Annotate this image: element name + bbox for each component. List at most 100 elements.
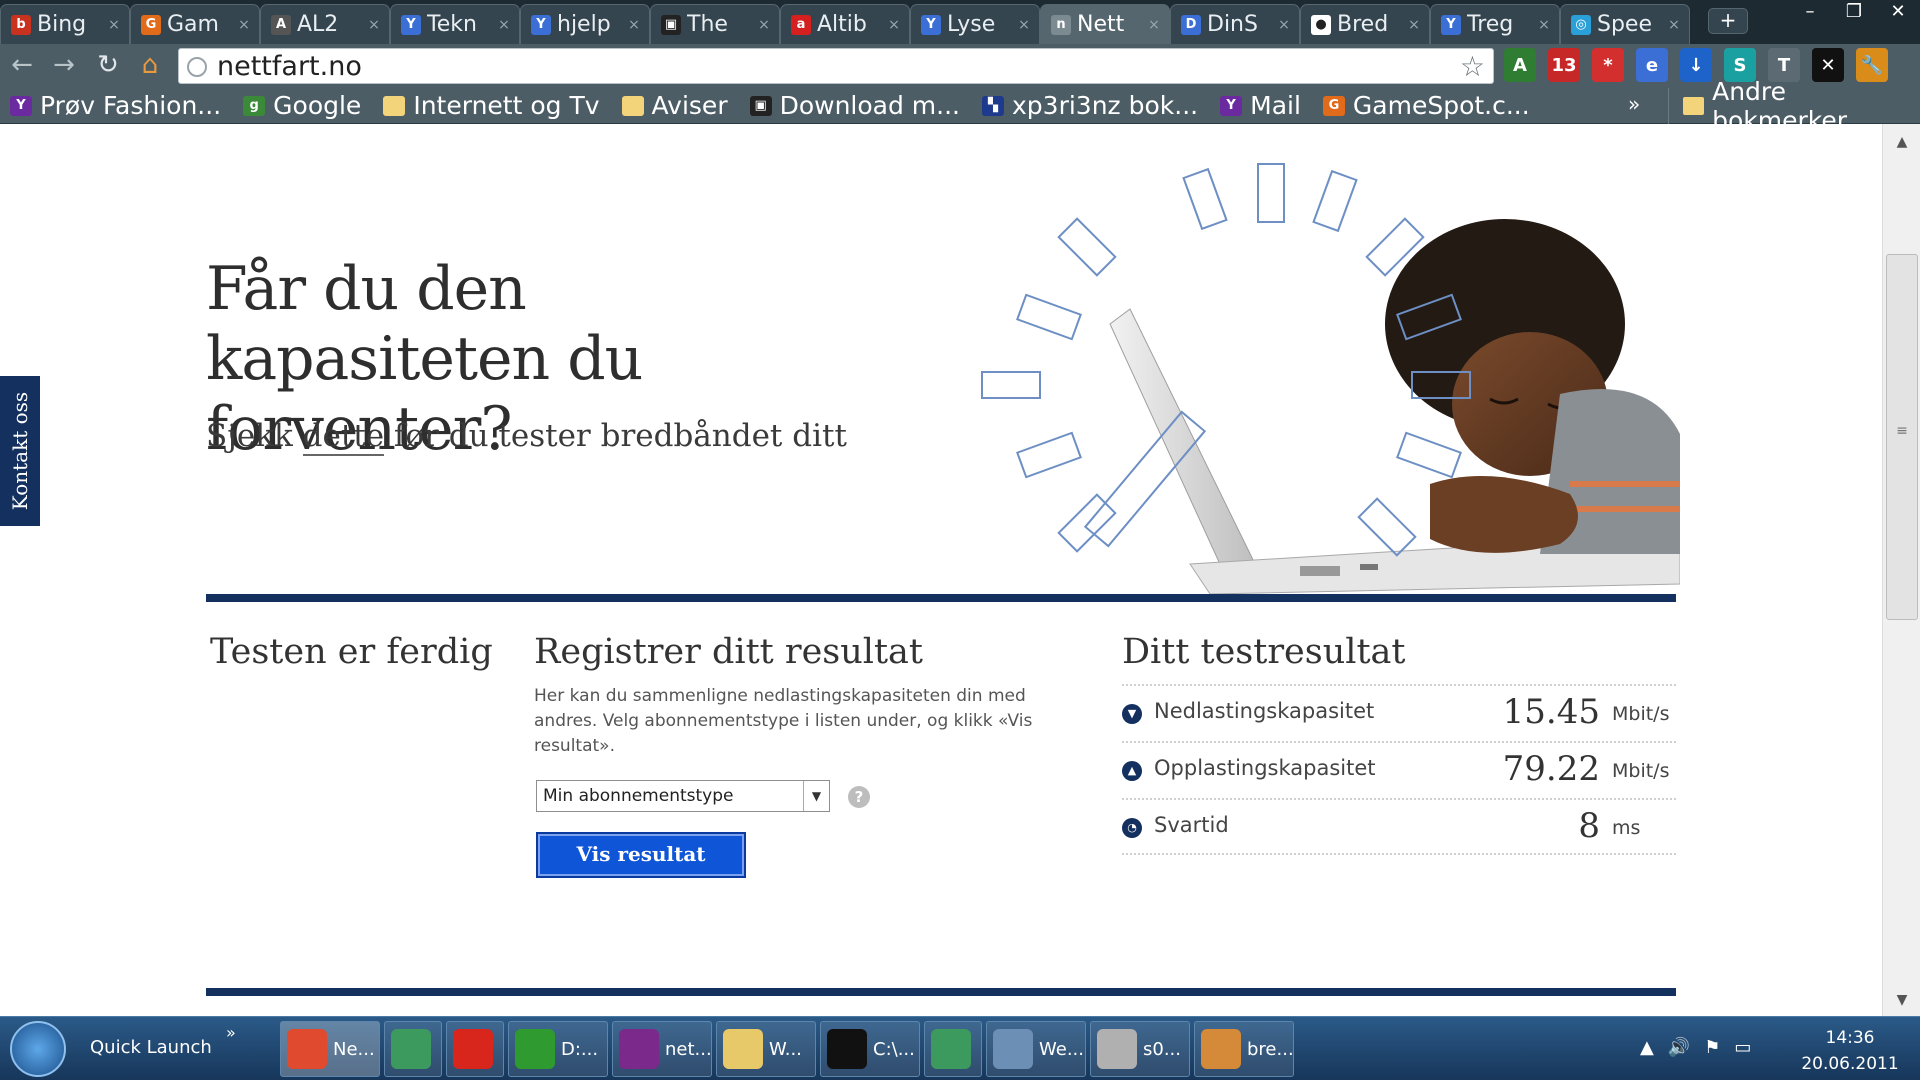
result-label: Opplastingskapasitet [1154, 756, 1376, 780]
result-row: ▼ Nedlastingskapasitet 15.45 Mbit/s [1122, 684, 1676, 741]
tab-10[interactable]: ● Bred × [1300, 4, 1430, 44]
google-icon: g [243, 95, 266, 116]
tab-title: DinS [1207, 12, 1258, 37]
close-tab-icon[interactable]: × [1275, 17, 1293, 33]
bookmark-item[interactable]: Internett og Tv [383, 91, 600, 120]
close-tab-icon[interactable]: × [1665, 17, 1683, 33]
app-icon [1201, 1029, 1241, 1069]
address-input[interactable] [217, 51, 1437, 81]
scroll-down-arrow-icon[interactable]: ▼ [1883, 992, 1920, 1008]
reload-button[interactable]: ↻ [92, 50, 124, 82]
task-chrome[interactable]: Ne... [280, 1021, 380, 1077]
show-hidden-icons-icon[interactable]: ▲ [1640, 1037, 1654, 1058]
lastpass-icon[interactable]: * [1592, 48, 1624, 82]
close-tab-icon[interactable]: × [1535, 17, 1553, 33]
task-explorer[interactable]: W... [716, 1021, 816, 1077]
task-winrar[interactable]: net... [612, 1021, 712, 1077]
help-icon[interactable]: ? [848, 786, 870, 808]
tab-7[interactable]: Y Lyse × [910, 4, 1040, 44]
app-icon [723, 1029, 763, 1069]
clock[interactable]: 14:36 20.06.2011 [1788, 1025, 1912, 1077]
close-tab-icon[interactable]: × [885, 17, 903, 33]
tab-strip: b Bing × G Gam × A AL2 × Y Tekn × Yhjelp × ▣ The × a Altib… [0, 0, 1920, 44]
folder-icon [621, 95, 644, 116]
close-tab-icon[interactable]: × [1405, 17, 1423, 33]
quick-launch-more[interactable]: » [226, 1023, 236, 1042]
bookmark-item[interactable]: Aviser [621, 91, 728, 120]
quick-launch-label[interactable]: Quick Launch [90, 1037, 212, 1058]
task-map2[interactable] [924, 1021, 982, 1077]
calendar-icon[interactable]: 13 [1548, 48, 1580, 82]
tab-11[interactable]: Y Treg × [1430, 4, 1560, 44]
other-bookmarks[interactable]: Andre bokmerker [1668, 77, 1920, 135]
dins-icon: D [1181, 14, 1201, 35]
bookmark-item[interactable]: ▚ xp3ri3nz bok... [982, 91, 1198, 120]
contact-tab-label: Kontakt oss [8, 391, 32, 511]
tab-1[interactable]: G Gam × [130, 4, 260, 44]
bookmark-item[interactable]: ▣ Download m... [749, 91, 961, 120]
translate-icon[interactable]: A [1504, 48, 1536, 82]
tab-2[interactable]: A AL2 × [260, 4, 390, 44]
tab-0[interactable]: b Bing × [0, 4, 130, 44]
scrollbar[interactable]: ▲ ≡ ▼ [1882, 124, 1920, 1016]
bookmarks-overflow-button[interactable]: » [1628, 92, 1640, 116]
tab-3[interactable]: Y Tekn × [390, 4, 520, 44]
forward-button[interactable]: → [48, 50, 80, 82]
action-center-flag-icon[interactable]: ⚑ [1704, 1037, 1720, 1058]
globe-icon [187, 57, 207, 77]
result-unit: ms [1612, 817, 1641, 839]
bookmark-item[interactable]: g Google [243, 91, 361, 120]
tab-title: The [687, 12, 728, 37]
download-icon[interactable]: ↓ [1680, 48, 1712, 82]
close-tab-icon[interactable]: × [1015, 17, 1033, 33]
task-s-app[interactable] [446, 1021, 504, 1077]
close-tab-icon[interactable]: × [235, 17, 253, 33]
tab-6[interactable]: a Altib × [780, 4, 910, 44]
task-video[interactable]: s0... [1090, 1021, 1190, 1077]
contact-tab[interactable]: Kontakt oss [0, 376, 40, 526]
tab-4[interactable]: Yhjelp × [520, 4, 650, 44]
new-tab-button[interactable]: + [1708, 8, 1748, 34]
scroll-up-arrow-icon[interactable]: ▲ [1883, 134, 1920, 150]
scrollbar-thumb[interactable]: ≡ [1886, 254, 1918, 620]
bookmark-item[interactable]: Y Prøv Fashion... [10, 91, 221, 120]
tab-5[interactable]: ▣ The × [650, 4, 780, 44]
task-map[interactable] [384, 1021, 442, 1077]
tab-icon[interactable]: e [1636, 48, 1668, 82]
app-icon [619, 1029, 659, 1069]
start-button[interactable] [10, 1021, 66, 1077]
vis-resultat-button[interactable]: Vis resultat [536, 832, 746, 878]
tab-9[interactable]: D DinS × [1170, 4, 1300, 44]
y-icon: Y [531, 14, 551, 35]
task-network[interactable]: We... [986, 1021, 1086, 1077]
close-tab-icon[interactable]: × [365, 17, 383, 33]
task-paint[interactable]: bre... [1194, 1021, 1294, 1077]
restore-button[interactable]: ❐ [1832, 0, 1876, 28]
bookmark-label: GameSpot.c... [1352, 91, 1530, 120]
dette-link[interactable]: dette [302, 418, 385, 456]
network-icon[interactable]: ▭ [1734, 1037, 1751, 1058]
task-utorrent[interactable]: D:... [508, 1021, 608, 1077]
bookmark-item[interactable]: G GameSpot.c... [1322, 91, 1530, 120]
bookmark-star-icon[interactable]: ☆ [1460, 50, 1485, 83]
close-window-button[interactable]: ✕ [1876, 0, 1920, 28]
task-cmd[interactable]: C:\... [820, 1021, 920, 1077]
close-tab-icon[interactable]: × [495, 17, 513, 33]
back-button[interactable]: ← [6, 50, 38, 82]
tab-8[interactable]: n Nett × [1040, 4, 1170, 44]
close-tab-icon[interactable]: × [1145, 17, 1163, 33]
nettfart-icon: n [1051, 14, 1071, 35]
minimize-button[interactable]: – [1788, 0, 1832, 28]
subscription-type-select[interactable]: Min abonnementstype ▼ [536, 780, 830, 812]
volume-icon[interactable]: 🔊 [1668, 1037, 1690, 1058]
tab-12[interactable]: ◎ Spee × [1560, 4, 1690, 44]
result-row: ◔ Svartid 8 ms [1122, 798, 1676, 855]
close-tab-icon[interactable]: × [755, 17, 773, 33]
chevron-down-icon[interactable]: ▼ [803, 781, 829, 811]
home-button[interactable]: ⌂ [134, 50, 166, 82]
close-tab-icon[interactable]: × [105, 17, 123, 33]
bookmark-item[interactable]: Y Mail [1220, 91, 1301, 120]
bookmark-label: Download m... [779, 91, 961, 120]
close-tab-icon[interactable]: × [625, 17, 643, 33]
address-bar[interactable]: ☆ [178, 48, 1494, 84]
